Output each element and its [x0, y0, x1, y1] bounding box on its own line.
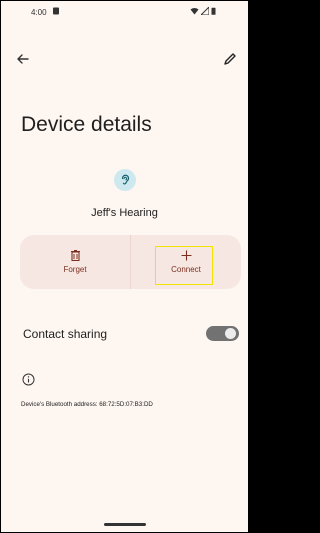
toggle-knob	[225, 328, 236, 339]
arrow-back-icon[interactable]	[15, 51, 31, 67]
sim-card-icon	[53, 7, 59, 15]
status-bar: 4:00	[1, 1, 248, 23]
page-title: Device details	[21, 113, 152, 136]
status-icons	[190, 7, 216, 15]
device-name: Jeff's Hearing	[91, 207, 158, 219]
status-time: 4:00	[31, 8, 47, 17]
bluetooth-address: Device's Bluetooth address: 68:72:5D:07:…	[21, 401, 153, 408]
pencil-icon[interactable]	[222, 51, 238, 67]
device-details-screen: 4:00 Device details Jeff's Hearing Forge…	[1, 1, 248, 532]
gesture-nav-bar[interactable]	[104, 523, 146, 526]
top-app-bar	[1, 49, 248, 69]
contact-sharing-toggle[interactable]	[206, 326, 239, 341]
wifi-icon	[190, 7, 199, 15]
battery-icon	[211, 7, 216, 15]
connect-label: Connect	[171, 265, 201, 274]
forget-label: Forget	[63, 265, 87, 274]
info-icon	[22, 373, 35, 386]
contact-sharing-label: Contact sharing	[23, 327, 108, 341]
device-avatar	[114, 169, 136, 191]
trash-icon	[70, 250, 80, 261]
forget-button[interactable]: Forget	[20, 235, 131, 289]
plus-icon	[181, 250, 191, 261]
connect-button[interactable]: Connect	[131, 235, 241, 289]
signal-icon	[201, 7, 209, 15]
device-actions: Forget Connect	[20, 235, 241, 289]
hearing-icon	[121, 174, 130, 185]
